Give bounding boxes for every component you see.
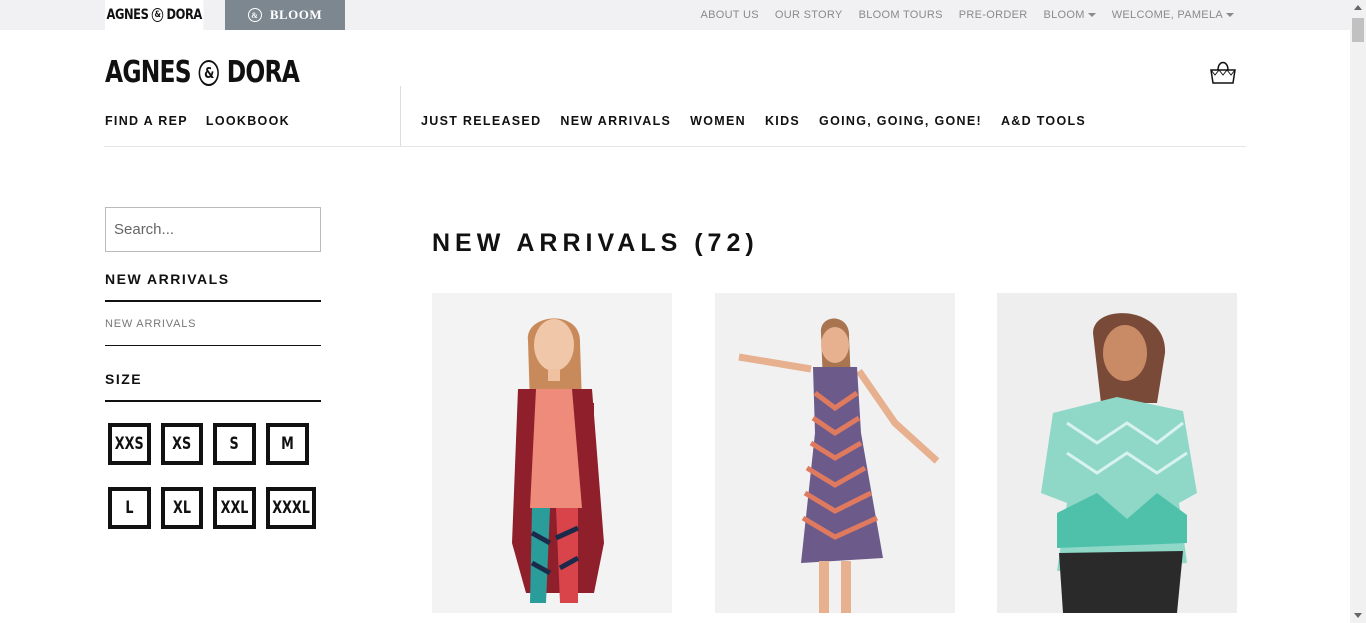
vertical-scrollbar[interactable] bbox=[1350, 0, 1366, 623]
size-option-s[interactable]: S bbox=[213, 423, 256, 465]
size-option-xs[interactable]: XS bbox=[161, 423, 203, 465]
nav-divider bbox=[400, 86, 401, 146]
brand-tab-text-right: DORA bbox=[166, 7, 203, 23]
size-label: XXS bbox=[115, 434, 144, 454]
bloom-ampersand-icon: & bbox=[247, 8, 262, 22]
category-list-rule bbox=[105, 345, 321, 346]
size-label: XS bbox=[172, 434, 192, 454]
bloom-brand-tab[interactable]: & BLOOM bbox=[225, 0, 345, 30]
nav-ad-tools[interactable]: A&D TOOLS bbox=[1001, 114, 1086, 128]
scroll-up-arrow-icon[interactable] bbox=[1354, 5, 1362, 10]
caret-down-icon bbox=[1226, 13, 1234, 18]
nav-just-released[interactable]: JUST RELEASED bbox=[421, 114, 541, 128]
ampersand-badge-icon: & bbox=[151, 8, 164, 22]
size-label: L bbox=[125, 498, 134, 518]
product-image-2[interactable] bbox=[715, 293, 955, 613]
welcome-label: WELCOME, PAMELA bbox=[1111, 9, 1223, 21]
size-label: M bbox=[281, 434, 294, 454]
logo-text-left: AGNES bbox=[105, 55, 192, 90]
header-divider bbox=[104, 146, 1246, 147]
nav-going-going-gone[interactable]: GOING, GOING, GONE! bbox=[819, 114, 982, 128]
site-logo[interactable]: AGNES & DORA bbox=[105, 55, 300, 90]
top-utility-bar: AGNES & DORA & BLOOM ABOUT US OUR STORY … bbox=[0, 0, 1350, 30]
caret-down-icon bbox=[1087, 13, 1096, 18]
category-heading-rule bbox=[105, 300, 321, 302]
secondary-nav: FIND A REP LOOKBOOK bbox=[105, 114, 290, 128]
category-heading: NEW ARRIVALS bbox=[105, 271, 230, 287]
nav-new-arrivals[interactable]: NEW ARRIVALS bbox=[560, 114, 671, 128]
nav-kids[interactable]: KIDS bbox=[765, 114, 800, 128]
size-option-xxs[interactable]: XXS bbox=[108, 423, 151, 465]
bloom-dropdown[interactable]: BLOOM bbox=[1044, 9, 1096, 21]
size-heading: SIZE bbox=[105, 371, 143, 387]
main-nav: JUST RELEASED NEW ARRIVALS WOMEN KIDS GO… bbox=[421, 114, 1086, 128]
bloom-dropdown-label: BLOOM bbox=[1043, 9, 1085, 21]
scroll-down-arrow-icon[interactable] bbox=[1354, 613, 1362, 618]
logo-ampersand-icon: & bbox=[198, 59, 219, 86]
size-label: S bbox=[229, 434, 240, 454]
utility-link-pre-order[interactable]: PRE-ORDER bbox=[959, 9, 1028, 21]
logo-text-right: DORA bbox=[226, 55, 300, 90]
utility-link-bloom-tours[interactable]: BLOOM TOURS bbox=[859, 9, 943, 21]
size-option-m[interactable]: M bbox=[266, 423, 309, 465]
nav-lookbook[interactable]: LOOKBOOK bbox=[206, 114, 290, 128]
nav-women[interactable]: WOMEN bbox=[690, 114, 746, 128]
utility-link-our-story[interactable]: OUR STORY bbox=[775, 9, 843, 21]
size-label: XXXL bbox=[272, 498, 310, 518]
scroll-thumb[interactable] bbox=[1352, 18, 1364, 42]
bloom-tab-label: BLOOM bbox=[269, 7, 323, 22]
brand-tab-text-left: AGNES bbox=[106, 7, 149, 23]
size-option-xl[interactable]: XL bbox=[161, 487, 203, 529]
page-title: NEW ARRIVALS (72) bbox=[432, 229, 759, 257]
product-photo-girl-cardigan bbox=[432, 293, 672, 613]
shopping-bag-icon[interactable] bbox=[1209, 58, 1237, 84]
size-label: XL bbox=[173, 498, 191, 518]
utility-nav: ABOUT US OUR STORY BLOOM TOURS PRE-ORDER… bbox=[700, 0, 1234, 30]
category-link-new-arrivals[interactable]: NEW ARRIVALS bbox=[105, 318, 196, 330]
nav-find-a-rep[interactable]: FIND A REP bbox=[105, 114, 188, 128]
product-image-3[interactable] bbox=[997, 293, 1237, 613]
size-heading-rule bbox=[105, 400, 321, 402]
size-label: XXL bbox=[220, 498, 249, 518]
size-option-xxl[interactable]: XXL bbox=[213, 487, 256, 529]
utility-link-about-us[interactable]: ABOUT US bbox=[700, 9, 758, 21]
size-option-l[interactable]: L bbox=[108, 487, 151, 529]
account-dropdown[interactable]: WELCOME, PAMELA bbox=[1112, 9, 1234, 21]
search-input[interactable] bbox=[105, 207, 321, 252]
product-photo-mint-top bbox=[997, 293, 1237, 613]
product-photo-chevron-dress bbox=[715, 293, 955, 613]
agnes-dora-brand-tab[interactable]: AGNES & DORA bbox=[105, 0, 204, 30]
product-image-1[interactable] bbox=[432, 293, 672, 613]
size-option-xxxl[interactable]: XXXL bbox=[266, 487, 316, 529]
